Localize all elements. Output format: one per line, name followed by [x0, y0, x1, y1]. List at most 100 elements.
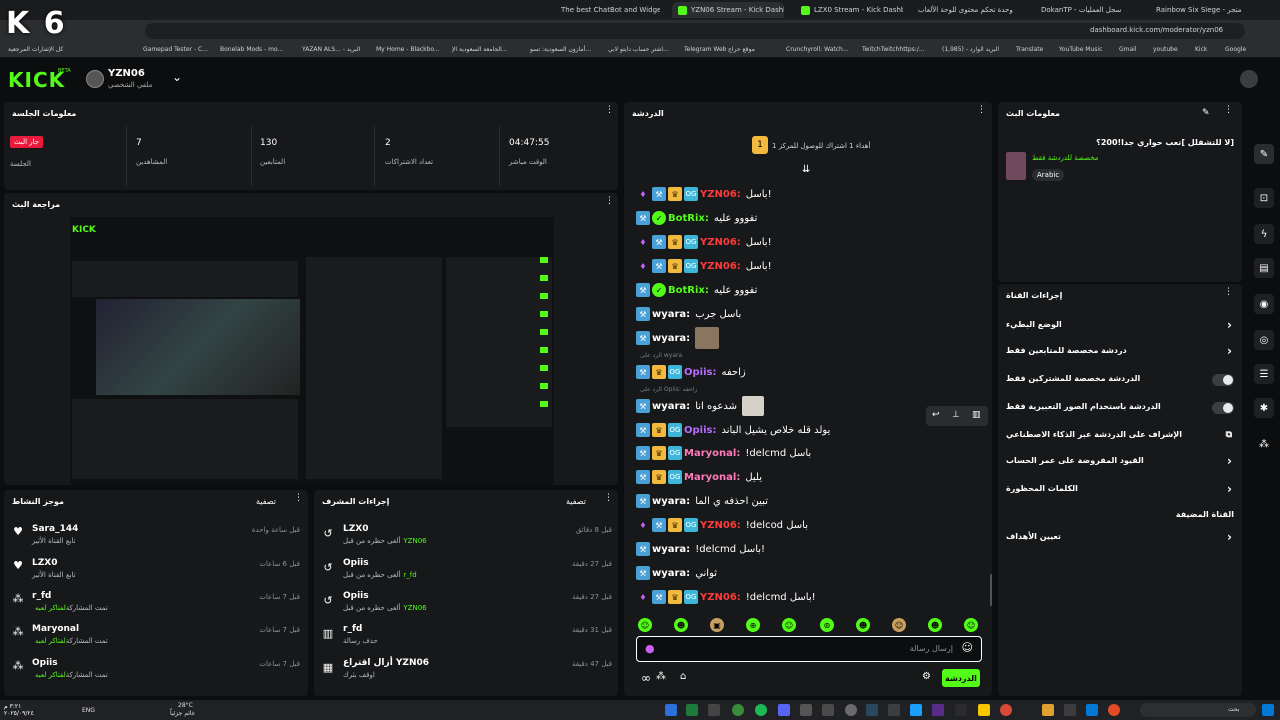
chat-username[interactable]: BotRix:	[668, 213, 709, 224]
chevron-down-icon[interactable]: ⌄	[172, 70, 182, 84]
emote-button[interactable]: ☺	[964, 618, 978, 632]
chat-username[interactable]: wyara:	[652, 568, 690, 579]
chat-username[interactable]: Maryonal:	[684, 448, 740, 459]
chat-username[interactable]: Opiis:	[684, 367, 716, 378]
emote-button[interactable]: ☺	[782, 618, 796, 632]
bolt-icon[interactable]: ϟ	[1254, 224, 1274, 244]
browser-tab[interactable]: LZX0 Stream - Kick Dashboard	[795, 2, 903, 18]
chat-message[interactable]: ⚒ wyara:	[636, 327, 721, 349]
send-chat-button[interactable]: الدردشة	[942, 669, 980, 687]
app-icon[interactable]	[1042, 704, 1054, 716]
emote-button[interactable]: ☺	[638, 618, 652, 632]
emote-button[interactable]: ☻	[856, 618, 870, 632]
chat-message[interactable]: ⚒ wyara: تبين احذفه ي الما	[636, 491, 768, 511]
bookmark[interactable]: YouTube Music	[1059, 46, 1102, 53]
chat-username[interactable]: BotRix:	[668, 285, 709, 296]
bookmark[interactable]: YAZAN ALS... - البريد	[302, 46, 360, 53]
app-icon[interactable]	[686, 704, 698, 716]
chat-message[interactable]: ⚒ ✓ BotRix: تفووو عليه	[636, 208, 757, 228]
bookmark[interactable]: البريد الوارد - (1,985)	[942, 46, 999, 53]
bookmark[interactable]: الجامعة السعودية الإ...	[452, 46, 508, 53]
emote-button[interactable]: ☻	[928, 618, 942, 632]
chat-message[interactable]: ♦ ⚒ ♛ OG YZN06: باسل!	[636, 256, 772, 276]
channel-action-row[interactable]: الكلمات المحظورة ›	[1002, 480, 1238, 500]
chat-bubble-icon[interactable]: ◉	[1254, 294, 1274, 314]
chat-message[interactable]: ⚒ ✓ BotRix: تفووو عليه	[636, 280, 757, 300]
app-icon[interactable]	[1086, 704, 1098, 716]
chrome-icon[interactable]	[1108, 704, 1120, 716]
infinity-icon[interactable]: ∞	[641, 671, 651, 685]
steam-icon[interactable]	[866, 704, 878, 716]
bookmark[interactable]: Telegram Web	[684, 46, 726, 53]
app-icon[interactable]	[800, 704, 812, 716]
gear-icon[interactable]: ⚙	[922, 671, 931, 682]
mod-action-by[interactable]: r_fd	[403, 571, 416, 579]
app-icon[interactable]	[845, 704, 857, 716]
bookmark[interactable]: Translate	[1016, 46, 1043, 53]
browser-tab[interactable]: DokanTP - سجل العمليات	[1035, 2, 1145, 18]
filter-button[interactable]: تصفية	[256, 497, 276, 506]
stream-preview-video[interactable]: KICK	[70, 217, 554, 485]
chat-username[interactable]: YZN06:	[700, 261, 741, 272]
chat-message[interactable]: ⚒ wyara: باسل جرب	[636, 304, 741, 324]
edit-pen-icon[interactable]: ✎	[1254, 144, 1274, 164]
bookmark[interactable]: كل الإشارات المرجعية	[8, 46, 63, 53]
chat-username[interactable]: wyara:	[652, 401, 690, 412]
bookmark[interactable]: اشتر حساب دايتو لابي...	[608, 46, 669, 53]
emote-button[interactable]: ☻	[674, 618, 688, 632]
bookmark[interactable]: TwitchTwitchhttps:/...	[862, 46, 925, 53]
users-icon[interactable]: ⁂	[656, 671, 666, 682]
app-icon[interactable]	[1064, 704, 1076, 716]
chat-message[interactable]: ♦ ⚒ ♛ OG YZN06: باسل!	[636, 232, 772, 252]
trash-icon[interactable]: ▥	[972, 410, 981, 420]
chat-scrollbar[interactable]	[990, 574, 992, 606]
toggle-switch[interactable]	[1212, 374, 1234, 386]
channel-action-row[interactable]: الدردشة مخصصة للمشتركين فقط	[1002, 370, 1238, 390]
more-icon[interactable]: ⋮	[605, 106, 614, 119]
more-icon[interactable]: ⋮	[604, 494, 613, 507]
chat-message[interactable]: ⚒ ♛ OG Maryonal: يليل	[636, 467, 762, 487]
edit-icon[interactable]: ✎	[1202, 108, 1210, 118]
browser-tab-active[interactable]: YZN06 Stream - Kick Dashboard	[672, 2, 784, 18]
more-icon[interactable]: ⋮	[1224, 106, 1233, 119]
chat-username[interactable]: YZN06:	[700, 592, 741, 603]
bookmark[interactable]: Gmail	[1119, 46, 1137, 53]
emote-button[interactable]: ▣	[710, 618, 724, 632]
discord-icon[interactable]	[778, 704, 790, 716]
chat-username[interactable]: wyara:	[652, 309, 690, 320]
chat-message[interactable]: ⚒ wyara: شدعوه انا	[636, 396, 764, 416]
app-icon[interactable]	[732, 704, 744, 716]
bookmark[interactable]: youtube	[1153, 46, 1178, 53]
channel-action-row[interactable]: الوضع البطيء ›	[1002, 316, 1238, 336]
bookmark[interactable]: Kick	[1195, 46, 1207, 53]
bookmark[interactable]: Gamepad Tester - C...	[143, 46, 208, 53]
chat-message[interactable]: ♦ ⚒ ♛ OG YZN06: باسل!	[636, 184, 772, 204]
app-icon[interactable]	[708, 704, 720, 716]
bookmark[interactable]: موقع حراج	[728, 46, 755, 53]
kick-logo[interactable]: KICK	[8, 68, 65, 92]
lang-indicator[interactable]: ENG	[82, 707, 95, 714]
mod-action-user[interactable]: Opiis	[343, 558, 369, 568]
browser-tab[interactable]: The best ChatBot and Widgets	[555, 2, 660, 18]
chevron-right-icon[interactable]: ›	[1227, 318, 1232, 332]
app-icon[interactable]	[665, 704, 677, 716]
chat-message[interactable]: ⚒ ♛ OG Opiis: زاحفه	[636, 362, 746, 382]
chevron-right-icon[interactable]: ›	[1227, 454, 1232, 468]
mod-action-user[interactable]: Opiis	[343, 591, 369, 601]
category-name[interactable]: مخصصة للدردشة فقط	[1032, 154, 1098, 162]
channel-action-row[interactable]: الدردشة باستخدام الصور التعبيرية فقط	[1002, 398, 1238, 418]
app-icon[interactable]	[910, 704, 922, 716]
chat-username[interactable]: Maryonal:	[684, 472, 740, 483]
chat-input[interactable]: ● إرسال رسالة ☺	[636, 636, 982, 662]
mod-action-user[interactable]: r_fd	[343, 624, 362, 634]
chat-message[interactable]: ⚒ ♛ OG Maryonal: !delcmd باسل	[636, 443, 811, 463]
channel-action-row[interactable]: تعيين الأهداف ›	[1002, 528, 1238, 548]
avatar[interactable]	[86, 70, 104, 88]
emoji-icon[interactable]: ☺	[962, 641, 973, 654]
chat-username[interactable]: Opiis:	[684, 425, 716, 436]
bookmark[interactable]: My Home - Blackbo...	[376, 46, 440, 53]
windows-start-icon[interactable]	[1262, 704, 1274, 716]
more-icon[interactable]: ⋮	[977, 106, 986, 119]
mod-action-by[interactable]: YZN06	[403, 537, 426, 545]
spotify-icon[interactable]	[755, 704, 767, 716]
